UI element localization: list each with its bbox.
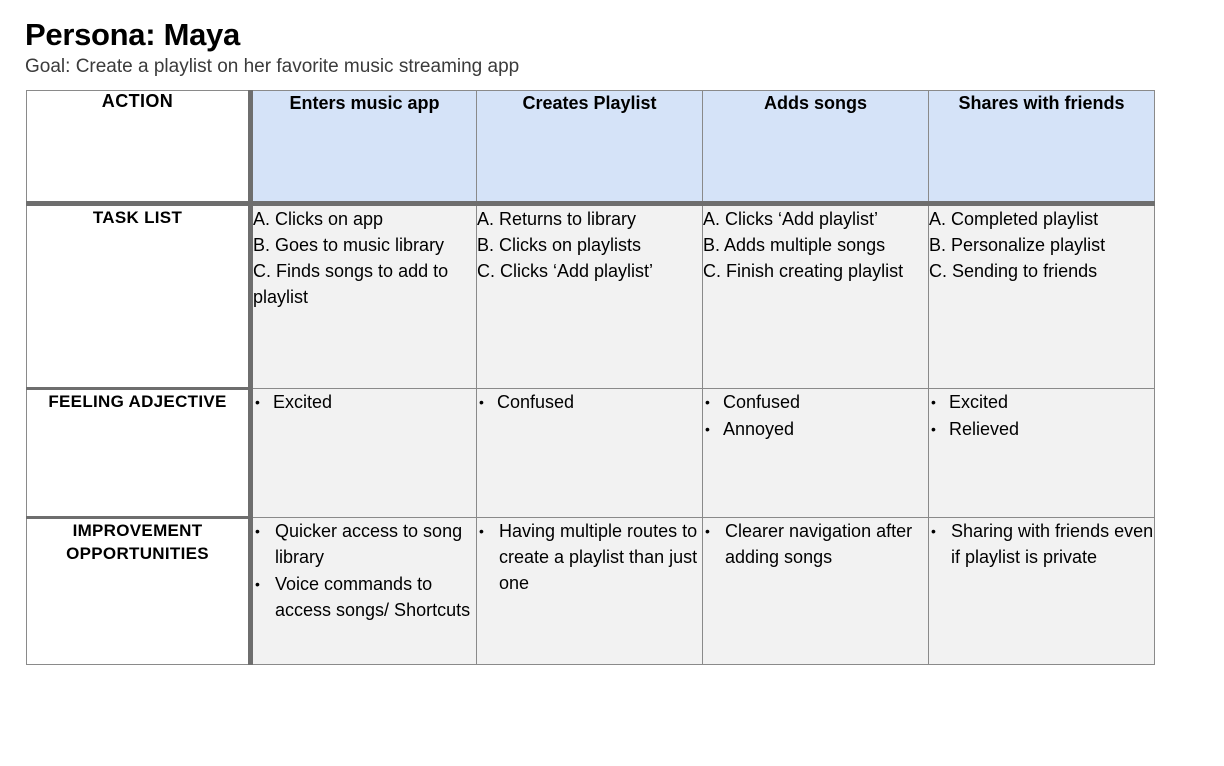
task-step: B. Adds multiple songs bbox=[703, 235, 886, 255]
improvement-list: Clearer navigation after adding songs bbox=[703, 518, 928, 570]
table-row-feeling-adjective: FEELING ADJECTIVE Excited Confused Confu… bbox=[26, 388, 1155, 519]
persona-goal-text: Goal: Create a playlist on her favorite … bbox=[25, 56, 520, 77]
feeling-list: Excited Relieved bbox=[929, 389, 1154, 442]
task-step: C. Finds songs to add to playlist bbox=[253, 261, 449, 307]
feeling-list: Confused bbox=[477, 389, 702, 415]
list-item: Sharing with friends even if playlist is… bbox=[929, 518, 1154, 570]
task-list-cell-enters-music-app: A. Clicks on app B. Goes to music librar… bbox=[250, 203, 477, 389]
list-item: Confused bbox=[477, 389, 702, 415]
task-step: B. Clicks on playlists bbox=[477, 235, 642, 255]
feeling-list: Excited bbox=[253, 389, 476, 415]
improvement-cell-adds-songs: Clearer navigation after adding songs bbox=[702, 517, 929, 665]
list-item: Excited bbox=[253, 389, 476, 415]
task-list-cell-adds-songs: A. Clicks ‘Add playlist’ B. Adds multipl… bbox=[702, 203, 929, 389]
feeling-cell-creates-playlist: Confused bbox=[476, 388, 703, 518]
task-step: B. Goes to music library bbox=[253, 235, 445, 255]
feeling-cell-adds-songs: Confused Annoyed bbox=[702, 388, 929, 518]
task-step: A. Returns to library bbox=[477, 209, 637, 229]
stage-header-enters-music-app: Enters music app bbox=[250, 90, 477, 206]
row-header-task-list: TASK LIST bbox=[26, 203, 253, 390]
feeling-cell-enters-music-app: Excited bbox=[250, 388, 477, 518]
improvement-cell-enters-music-app: Quicker access to song library Voice com… bbox=[250, 517, 477, 665]
task-list-cell-creates-playlist: A. Returns to library B. Clicks on playl… bbox=[476, 203, 703, 389]
list-item: Annoyed bbox=[703, 416, 928, 442]
task-step: A. Completed playlist bbox=[929, 209, 1099, 229]
list-item: Confused bbox=[703, 389, 928, 415]
task-step-group: A. Clicks ‘Add playlist’ B. Adds multipl… bbox=[703, 206, 928, 284]
task-list-cell-shares-with-friends: A. Completed playlist B. Personalize pla… bbox=[928, 203, 1155, 389]
improvement-list: Quicker access to song library Voice com… bbox=[253, 518, 476, 623]
improvement-cell-creates-playlist: Having multiple routes to create a playl… bbox=[476, 517, 703, 665]
row-header-feeling-adjective: FEELING ADJECTIVE bbox=[26, 388, 253, 519]
journey-map-table: ACTION Enters music app Creates Playlist… bbox=[26, 90, 1155, 665]
task-step-group: A. Completed playlist B. Personalize pla… bbox=[929, 206, 1154, 284]
list-item: Voice commands to access songs/ Shortcut… bbox=[253, 571, 476, 623]
task-step-group: A. Returns to library B. Clicks on playl… bbox=[477, 206, 702, 284]
task-step: A. Clicks on app bbox=[253, 209, 384, 229]
table-header-row: ACTION Enters music app Creates Playlist… bbox=[26, 90, 1155, 206]
task-step: B. Personalize playlist bbox=[929, 235, 1106, 255]
stage-header-adds-songs: Adds songs bbox=[702, 90, 929, 206]
persona-journey-map-page: Persona: Maya Goal: Create a playlist on… bbox=[0, 0, 1224, 766]
heading-block: Persona: Maya Goal: Create a playlist on… bbox=[25, 16, 1175, 79]
task-step-group: A. Clicks on app B. Goes to music librar… bbox=[253, 206, 476, 310]
list-item: Excited bbox=[929, 389, 1154, 415]
task-step: C. Clicks ‘Add playlist’ bbox=[477, 261, 654, 281]
task-step: C. Finish creating playlist bbox=[703, 261, 904, 281]
table-row-task-list: TASK LIST A. Clicks on app B. Goes to mu… bbox=[26, 203, 1155, 390]
list-item: Clearer navigation after adding songs bbox=[703, 518, 928, 570]
table-row-improvement-opportunities: IMPROVEMENT OPPORTUNITIES Quicker access… bbox=[26, 517, 1155, 665]
task-step: C. Sending to friends bbox=[929, 261, 1098, 281]
stage-header-creates-playlist: Creates Playlist bbox=[476, 90, 703, 206]
list-item: Having multiple routes to create a playl… bbox=[477, 518, 702, 596]
row-header-action: ACTION bbox=[26, 90, 253, 206]
feeling-list: Confused Annoyed bbox=[703, 389, 928, 442]
row-header-improvement-opportunities: IMPROVEMENT OPPORTUNITIES bbox=[26, 517, 253, 665]
list-item: Quicker access to song library bbox=[253, 518, 476, 570]
stage-header-shares-with-friends: Shares with friends bbox=[928, 90, 1155, 206]
task-step: A. Clicks ‘Add playlist’ bbox=[703, 209, 879, 229]
improvement-cell-shares-with-friends: Sharing with friends even if playlist is… bbox=[928, 517, 1155, 665]
page-title: Persona: Maya bbox=[25, 17, 240, 52]
improvement-list: Sharing with friends even if playlist is… bbox=[929, 518, 1154, 570]
improvement-list: Having multiple routes to create a playl… bbox=[477, 518, 702, 596]
list-item: Relieved bbox=[929, 416, 1154, 442]
feeling-cell-shares-with-friends: Excited Relieved bbox=[928, 388, 1155, 518]
